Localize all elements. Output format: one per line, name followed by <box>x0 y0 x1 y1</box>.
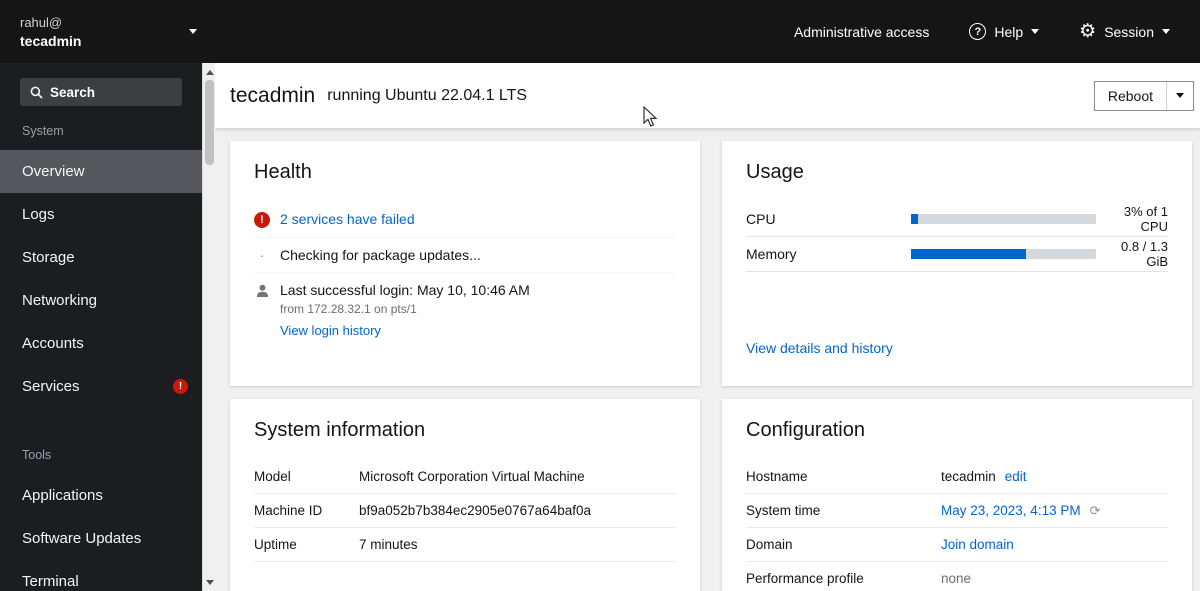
chevron-down-icon <box>1162 29 1170 34</box>
help-icon: ? <box>969 23 987 40</box>
machine-id-row: Machine ID bf9a052b7b384ec2905e0767a64ba… <box>254 494 676 528</box>
page-header: tecadmin running Ubuntu 22.04.1 LTS Rebo… <box>215 63 1200 128</box>
sidebar-item-software-updates[interactable]: Software Updates <box>0 517 202 560</box>
help-label: Help <box>994 23 1024 40</box>
uptime-row: Uptime 7 minutes <box>254 528 676 562</box>
section-label-tools: Tools <box>22 448 52 462</box>
health-card: Health ! 2 services have failed · Checki… <box>230 141 700 386</box>
user-menu-button[interactable]: rahul@ tecadmin <box>0 0 215 63</box>
chevron-down-icon <box>1176 93 1184 98</box>
exclamation-circle-icon: ! <box>254 212 270 228</box>
usage-card: Usage CPU 3% of 1 CPU Memory 0.8 / 1.3 G… <box>722 141 1192 386</box>
view-login-history-link[interactable]: View login history <box>280 323 381 338</box>
last-login-text: Last successful login: May 10, 10:46 AM <box>280 282 530 298</box>
main-area: tecadmin running Ubuntu 22.04.1 LTS Rebo… <box>215 63 1200 591</box>
failed-services-link[interactable]: 2 services have failed <box>280 211 415 227</box>
performance-profile-row: Performance profile none <box>746 562 1168 591</box>
system-information-card: System information Model Microsoft Corpo… <box>230 399 700 591</box>
usage-card-title: Usage <box>746 161 804 183</box>
sidebar-item-terminal[interactable]: Terminal <box>0 560 202 591</box>
cpu-label: CPU <box>746 211 776 227</box>
search-box[interactable] <box>20 78 182 106</box>
memory-progress-bar <box>911 249 1096 259</box>
model-value: Microsoft Corporation Virtual Machine <box>359 469 585 484</box>
hostname-value: tecadmin <box>941 469 996 484</box>
memory-label: Memory <box>746 246 797 262</box>
package-updates-item: · Checking for package updates... <box>254 238 676 273</box>
sidebar: System Overview Logs Storage Networking … <box>0 63 215 591</box>
search-input[interactable] <box>50 84 160 100</box>
reboot-split-button[interactable]: Reboot <box>1093 80 1194 111</box>
session-label: Session <box>1104 23 1154 40</box>
failed-services-item: ! 2 services have failed <box>254 202 676 238</box>
nav-section-system: System Overview Logs Storage Networking … <box>0 124 202 408</box>
host-name: tecadmin <box>20 32 82 49</box>
scroll-down-icon[interactable] <box>203 575 216 589</box>
uptime-value: 7 minutes <box>359 537 418 552</box>
sidebar-item-networking[interactable]: Networking <box>0 279 202 322</box>
login-from-text: from 172.28.32.1 on pts/1 <box>280 302 417 316</box>
help-menu-button[interactable]: ? Help <box>969 23 1040 40</box>
sidebar-item-accounts[interactable]: Accounts <box>0 322 202 365</box>
clock-sync-icon: ⟳ <box>1089 502 1101 518</box>
sidebar-scrollbar[interactable] <box>202 63 215 591</box>
edit-hostname-link[interactable]: edit <box>1005 469 1027 484</box>
package-updates-text: Checking for package updates... <box>280 247 481 263</box>
session-menu-button[interactable]: ⚙ Session <box>1079 22 1170 41</box>
cpu-usage-row: CPU 3% of 1 CPU <box>746 202 1168 237</box>
reboot-button[interactable]: Reboot <box>1095 82 1166 110</box>
sidebar-item-logs[interactable]: Logs <box>0 193 202 236</box>
user-name: rahul@ <box>20 14 63 30</box>
gear-icon: ⚙ <box>1079 21 1097 42</box>
sidebar-item-applications[interactable]: Applications <box>0 474 202 517</box>
bullet-icon: · <box>259 247 265 263</box>
os-subtitle: running Ubuntu 22.04.1 LTS <box>327 86 528 104</box>
search-icon <box>30 86 43 99</box>
cpu-progress-bar <box>911 214 1096 224</box>
scrollbar-thumb[interactable] <box>205 80 214 165</box>
scroll-up-icon[interactable] <box>203 65 216 79</box>
chevron-down-icon <box>1031 29 1040 34</box>
memory-usage-row: Memory 0.8 / 1.3 GiB <box>746 237 1168 272</box>
configuration-title: Configuration <box>746 419 865 441</box>
administrative-access-button[interactable]: Administrative access <box>794 24 929 40</box>
configuration-card: Configuration Hostname tecadmin edit Sys… <box>722 399 1192 591</box>
cpu-value: 3% of 1 CPU <box>1123 204 1168 234</box>
page-title: tecadmin <box>230 83 316 107</box>
join-domain-link[interactable]: Join domain <box>941 537 1014 552</box>
system-time-link[interactable]: May 23, 2023, 4:13 PM <box>941 503 1081 518</box>
health-card-title: Health <box>254 161 312 183</box>
hostname-row: Hostname tecadmin edit <box>746 460 1168 494</box>
sidebar-item-services[interactable]: Services ! <box>0 365 202 408</box>
administrative-access-label: Administrative access <box>793 23 930 40</box>
model-row: Model Microsoft Corporation Virtual Mach… <box>254 460 676 494</box>
sidebar-item-overview[interactable]: Overview <box>0 150 202 193</box>
machine-id-value: bf9a052b7b384ec2905e0767a64baf0a <box>359 503 591 518</box>
view-details-history-link[interactable]: View details and history <box>746 340 893 356</box>
user-icon <box>254 284 270 297</box>
nav-section-tools: Tools Applications Software Updates Term… <box>0 448 202 591</box>
domain-row: Domain Join domain <box>746 528 1168 562</box>
chevron-down-icon <box>189 29 197 34</box>
performance-profile-value: none <box>941 571 972 586</box>
sidebar-item-storage[interactable]: Storage <box>0 236 202 279</box>
system-time-row: System time May 23, 2023, 4:13 PM ⟳ <box>746 494 1168 528</box>
section-label-system: System <box>22 124 64 138</box>
masthead: rahul@ tecadmin Administrative access ? … <box>0 0 1200 63</box>
services-failed-badge-icon: ! <box>173 379 188 394</box>
last-login-item: Last successful login: May 10, 10:46 AM … <box>254 273 676 347</box>
system-information-title: System information <box>254 419 426 441</box>
reboot-dropdown-toggle[interactable] <box>1166 81 1193 110</box>
memory-value: 0.8 / 1.3 GiB <box>1121 239 1168 269</box>
